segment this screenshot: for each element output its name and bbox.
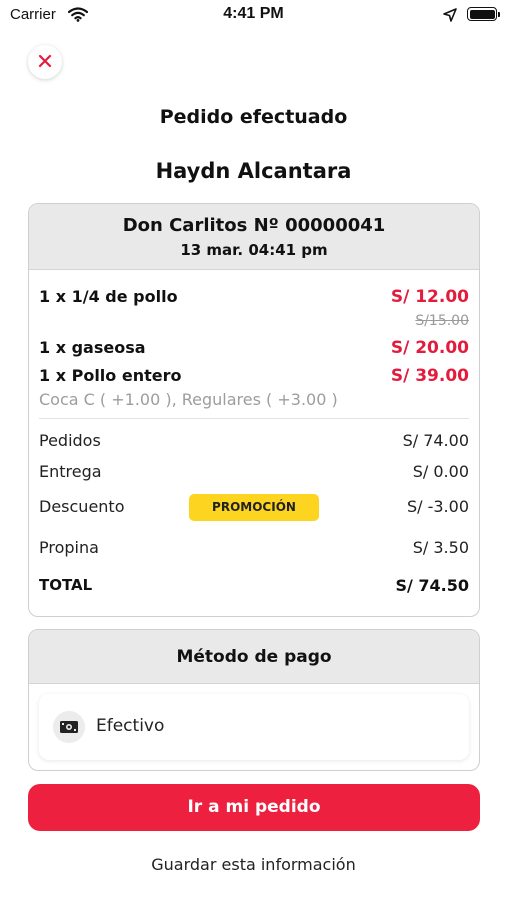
- save-info-link[interactable]: Guardar esta información: [0, 855, 507, 874]
- tip-label: Propina: [39, 538, 99, 557]
- order-item-price: S/ 39.00: [390, 366, 469, 386]
- discount-label: Descuento: [39, 497, 125, 516]
- order-item-label: 1 x gaseosa: [39, 338, 146, 357]
- delivery-label: Entrega: [39, 462, 102, 481]
- payment-method-title: Método de pago: [29, 630, 479, 684]
- location-arrow-icon: [443, 7, 457, 26]
- order-item-label: 1 x Pollo entero: [39, 366, 182, 385]
- payment-method-label: Efectivo: [96, 716, 165, 736]
- divider: [39, 418, 469, 419]
- battery-icon: [467, 7, 500, 21]
- payment-option-cash[interactable]: Efectivo: [39, 694, 469, 760]
- cash-icon: [53, 711, 85, 743]
- subtotal-value: S/ 74.00: [402, 431, 469, 450]
- discount-value: S/ -3.00: [406, 497, 469, 516]
- promo-badge: PROMOCIÓN: [189, 494, 319, 521]
- order-datetime: 13 mar. 04:41 pm: [180, 241, 328, 259]
- payment-method-card: Método de pago Efectivo: [28, 629, 480, 771]
- delivery-value: S/ 0.00: [412, 462, 469, 481]
- status-time: 4:41 PM: [223, 5, 284, 22]
- status-bar: Carrier 4:41 PM: [0, 0, 507, 32]
- order-item-options: Coca C ( +1.00 ), Regulares ( +3.00 ): [39, 390, 338, 409]
- close-icon: [38, 53, 52, 72]
- go-to-order-button[interactable]: Ir a mi pedido: [28, 784, 480, 831]
- order-item-price: S/ 20.00: [390, 338, 469, 358]
- order-item-label: 1 x 1/4 de pollo: [39, 287, 178, 306]
- tip-value: S/ 3.50: [412, 538, 469, 557]
- order-summary-card: Don Carlitos Nº 00000041 13 mar. 04:41 p…: [28, 203, 480, 617]
- page-title: Pedido efectuado: [159, 106, 348, 128]
- order-item-price: S/ 12.00: [390, 287, 469, 307]
- total-label: TOTAL: [39, 576, 93, 594]
- subtotal-label: Pedidos: [39, 431, 101, 450]
- store-order-number: Don Carlitos Nº 00000041: [122, 215, 386, 236]
- order-item-original-price: S/15.00: [415, 313, 469, 329]
- order-header: Don Carlitos Nº 00000041 13 mar. 04:41 p…: [29, 204, 479, 270]
- total-value: S/ 74.50: [395, 576, 469, 595]
- close-button[interactable]: [28, 45, 62, 79]
- customer-name: Haydn Alcantara: [155, 159, 352, 183]
